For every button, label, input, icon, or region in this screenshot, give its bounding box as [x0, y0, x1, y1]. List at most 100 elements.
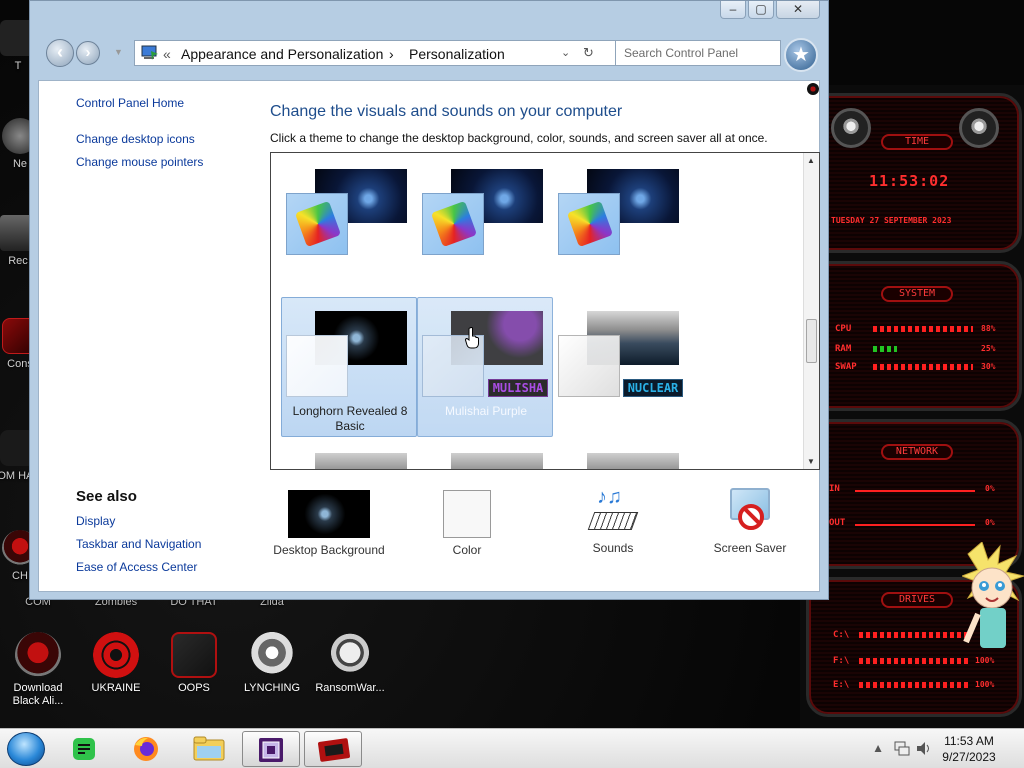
forward-button[interactable]: › — [76, 41, 100, 65]
breadcrumb-personalization[interactable]: Personalization — [409, 46, 505, 62]
network-out-graph — [855, 524, 975, 526]
refresh-icon[interactable]: ↻ — [583, 45, 594, 61]
close-button[interactable]: ✕ — [776, 1, 820, 19]
address-bar[interactable]: « Appearance and Personalization › Perso… — [134, 40, 622, 66]
display-link[interactable]: Display — [76, 514, 115, 528]
change-mouse-pointers-link[interactable]: Change mouse pointers — [76, 155, 203, 169]
breadcrumb-prefix[interactable]: « — [163, 46, 171, 62]
taskbar-firefox[interactable] — [118, 731, 176, 767]
theme-tile-longhorn[interactable]: Longhorn Revealed 8 Basic — [281, 297, 417, 437]
theme-tile-nuclear[interactable]: NUCLEAR — [553, 297, 689, 437]
search-input[interactable]: Search Control Panel — [615, 40, 781, 66]
gadget-row-value: 25% — [981, 344, 996, 353]
color-swatch — [443, 490, 491, 538]
drive-f-bar — [859, 658, 969, 664]
see-also-heading: See also — [76, 488, 137, 505]
taskbar-file-explorer[interactable] — [180, 731, 238, 767]
theme-tile[interactable] — [417, 157, 553, 297]
maximize-button[interactable]: ▢ — [748, 1, 774, 19]
gadget-row-value: 0% — [985, 484, 995, 493]
scroll-up-arrow-icon[interactable]: ▲ — [807, 156, 815, 165]
desktop-icon-ransomware[interactable]: RansomWar... — [312, 632, 388, 695]
back-button[interactable]: ‹ — [46, 39, 74, 67]
time-gadget[interactable]: TIME 11:53:02 TUESDAY 27 SEPTEMBER 2023 — [806, 93, 1022, 253]
hand-cursor-icon — [465, 327, 479, 349]
theme-background-thumbnail[interactable] — [587, 453, 679, 469]
desktop-background-button[interactable]: Desktop Background — [271, 490, 387, 557]
theme-color-swatch — [286, 193, 348, 255]
sounds-label: Sounds — [592, 541, 634, 555]
recent-pages-dropdown[interactable]: ▼ — [114, 47, 123, 57]
ram-bar — [873, 346, 897, 352]
desktop-icon-label: OOPS — [178, 682, 210, 694]
gadget-row-value: 30% — [981, 362, 996, 371]
gadget-row-label: E:\ — [833, 680, 850, 690]
color-fan-icon — [294, 200, 342, 248]
control-panel-home-link[interactable]: Control Panel Home — [76, 96, 184, 110]
alien-icon — [15, 632, 61, 678]
taskbar-control-panel[interactable] — [242, 731, 300, 767]
show-hidden-icons-button[interactable]: ▲ — [872, 741, 884, 755]
desktop-icon-label: LYNCHING — [243, 682, 301, 694]
taskbar-alien-app[interactable] — [304, 731, 362, 767]
desktop-icon-label: Ne — [12, 158, 28, 170]
gadget-row-label: RAM — [835, 344, 852, 354]
breadcrumb-appearance[interactable]: Appearance and Personalization — [181, 46, 383, 62]
oops-icon — [171, 632, 217, 678]
mulisha-logo: MULISHA — [488, 379, 548, 397]
desktop-icon-lynching[interactable]: LYNCHING — [234, 632, 310, 695]
desktop-icon-label: RansomWar... — [315, 682, 385, 694]
theme-tile[interactable] — [553, 157, 689, 297]
notes-app-icon — [73, 738, 95, 760]
desktop-background-thumbnail — [288, 490, 370, 538]
desktop-icon-label: T — [14, 60, 22, 72]
theme-list[interactable]: Longhorn Revealed 8 Basic MULISHA Mulish… — [270, 152, 820, 470]
theme-color-swatch — [422, 193, 484, 255]
content-area: Control Panel Home Change desktop icons … — [38, 80, 820, 592]
ease-of-access-link[interactable]: Ease of Access Center — [76, 560, 197, 574]
desktop-icon-label: Download Black Ali... — [12, 682, 64, 707]
theme-background-thumbnail[interactable] — [315, 453, 407, 469]
scroll-down-arrow-icon[interactable]: ▼ — [807, 457, 815, 466]
gadget-title: DRIVES — [881, 592, 953, 608]
minimize-button[interactable]: – — [720, 1, 746, 19]
alien-app-icon — [318, 738, 350, 762]
help-icon[interactable] — [807, 83, 819, 95]
gadget-title: TIME — [881, 134, 953, 150]
color-button[interactable]: Color — [437, 490, 497, 557]
network-icon[interactable] — [894, 741, 910, 756]
desktop-icon-oops[interactable]: OOPS — [156, 632, 232, 695]
theme-tile-mulishai[interactable]: MULISHA Mulishai Purple — [417, 297, 553, 437]
start-button[interactable] — [7, 732, 45, 766]
screen-saver-button[interactable]: Screen Saver — [705, 486, 795, 555]
scrollbar-thumb[interactable] — [806, 319, 817, 363]
gadget-row-value: 0% — [985, 518, 995, 527]
cartoon-character-icon — [962, 542, 1024, 648]
gadget-row-label: OUT — [829, 518, 846, 528]
desktop-icon-download-black-alien[interactable]: Download Black Ali... — [0, 632, 76, 708]
change-desktop-icons-link[interactable]: Change desktop icons — [76, 132, 195, 146]
gadget-row-label: C:\ — [833, 630, 850, 640]
theme-color-swatch — [558, 335, 620, 397]
taskbar-clock[interactable]: 11:53 AM 9/27/2023 — [934, 733, 1004, 765]
gadget-clock: 11:53:02 — [869, 172, 950, 190]
star-icon[interactable]: ★ — [784, 38, 818, 72]
taskbar-navigation-link[interactable]: Taskbar and Navigation — [76, 537, 201, 551]
gadget-title: NETWORK — [881, 444, 953, 460]
sounds-button[interactable]: ♪♫ Sounds — [577, 486, 649, 555]
cpu-bar — [873, 326, 973, 332]
gadget-title: SYSTEM — [881, 286, 953, 302]
theme-list-scrollbar[interactable]: ▲ ▼ — [803, 153, 819, 469]
address-dropdown-icon[interactable]: ⌄ — [561, 46, 570, 59]
alien-head-icon — [959, 108, 999, 148]
volume-icon[interactable] — [916, 741, 932, 756]
theme-tile[interactable] — [281, 157, 417, 297]
desktop-icon-ukraine[interactable]: UKRAINE — [78, 632, 154, 695]
clock-date: 9/27/2023 — [942, 750, 996, 764]
system-gadget[interactable]: SYSTEM CPU 88% RAM 25% SWAP 30% — [806, 261, 1022, 411]
theme-background-thumbnail[interactable] — [451, 453, 543, 469]
personalization-window: – ▢ ✕ ‹ › ▼ « Appearance and Personaliza… — [29, 0, 829, 600]
taskbar-notes-app[interactable] — [56, 731, 114, 767]
alien-head-icon — [831, 108, 871, 148]
sounds-icon: ♪♫ — [587, 486, 639, 536]
